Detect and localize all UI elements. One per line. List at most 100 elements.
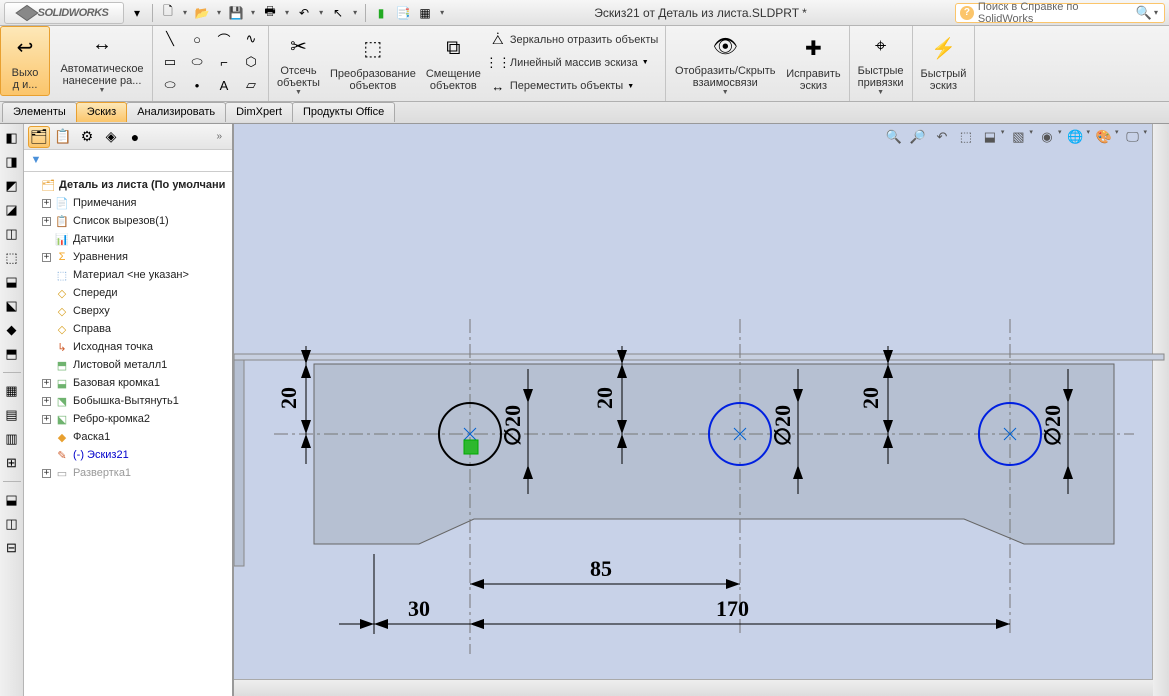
tree-item-14[interactable]: ✎(-) Эскиз21 — [28, 446, 228, 464]
tab-анализировать[interactable]: Анализировать — [126, 102, 226, 122]
undo-icon[interactable]: ↶ — [295, 4, 313, 22]
line-icon[interactable]: ╲ — [157, 28, 183, 50]
search-icon: 🔍 — [1136, 5, 1152, 21]
tab-элементы[interactable]: Элементы — [2, 102, 77, 122]
trim-button[interactable]: ✂ Отсечьобъекты ▼ — [273, 28, 324, 98]
trim-label: Отсечьобъекты — [277, 65, 320, 89]
smartdim-button[interactable]: ↔ Автоматическоенанесение ра... ▼ — [52, 26, 152, 96]
lb-5[interactable]: ◫ — [2, 224, 22, 244]
save-icon[interactable]: 💾 — [227, 4, 245, 22]
command-tabs: ЭлементыЭскизАнализироватьDimXpertПродук… — [0, 102, 1169, 124]
relations-button[interactable]: 👁 Отобразить/Скрытьвзаимосвязи ▼ — [670, 28, 780, 98]
text-icon[interactable]: A — [211, 74, 237, 96]
convert-button[interactable]: ⬚ Преобразованиеобъектов — [326, 28, 420, 98]
tree-item-12[interactable]: +⬕Ребро-кромка2 — [28, 410, 228, 428]
tree-item-10[interactable]: +⬓Базовая кромка1 — [28, 374, 228, 392]
select-icon[interactable]: ↖ — [329, 4, 347, 22]
snaps-icon: ⌖ — [865, 32, 897, 61]
point-icon[interactable]: • — [184, 74, 210, 96]
smartdim-icon: ↔ — [86, 30, 118, 59]
lb-16[interactable]: ◫ — [2, 514, 22, 534]
lb-7[interactable]: ⬓ — [2, 272, 22, 292]
plane-icon[interactable]: ▱ — [238, 74, 264, 96]
pattern-icon: ⋮⋮ — [490, 55, 506, 71]
trim-icon: ✂ — [282, 32, 314, 61]
lb-8[interactable]: ⬕ — [2, 296, 22, 316]
snaps-button[interactable]: ⌖ Быстрыепривязки ▼ — [854, 28, 908, 98]
rect-icon[interactable]: ▭ — [157, 51, 183, 73]
mirror-icon: ⧊ — [490, 32, 506, 48]
help-search[interactable]: ? Поиск в Справке по SolidWorks 🔍▾ — [955, 3, 1165, 23]
move-button[interactable]: ↔Переместить объекты▼ — [487, 75, 661, 97]
svg-text:∅20: ∅20 — [770, 405, 795, 446]
relations-icon: 👁 — [709, 32, 741, 61]
settings-icon[interactable]: ▦ — [416, 4, 434, 22]
tree-item-11[interactable]: +⬔Бобышка-Вытянуть1 — [28, 392, 228, 410]
lb-10[interactable]: ⬒ — [2, 344, 22, 364]
menu-dropdown-icon[interactable]: ▾ — [128, 4, 146, 22]
lb-9[interactable]: ◆ — [2, 320, 22, 340]
options-icon[interactable]: 📑 — [394, 4, 412, 22]
exit-sketch-button[interactable]: ↩ Выход и... — [0, 26, 50, 96]
offset-button[interactable]: ⧉ Смещениеобъектов — [422, 28, 485, 98]
lb-12[interactable]: ▤ — [2, 405, 22, 425]
display-tab[interactable]: ● — [124, 126, 146, 148]
fillet-icon[interactable]: ⌐ — [211, 51, 237, 73]
lb-14[interactable]: ⊞ — [2, 453, 22, 473]
lb-1[interactable]: ◧ — [2, 128, 22, 148]
tree-item-6[interactable]: ◇Сверху — [28, 302, 228, 320]
dim-tab[interactable]: ◈ — [100, 126, 122, 148]
lb-2[interactable]: ◨ — [2, 152, 22, 172]
arc-icon[interactable]: ⌒ — [211, 28, 237, 50]
tree-item-0[interactable]: +📄Примечания — [28, 194, 228, 212]
sketch-tools-grid: ╲ ○ ⌒ ∿ ▭ ⬭ ⌐ ⬡ ⬭ • A ▱ — [157, 28, 264, 99]
tab-dimxpert[interactable]: DimXpert — [225, 102, 293, 122]
filter-icon: ▼ — [28, 152, 44, 168]
convert-icon: ⬚ — [357, 32, 389, 64]
tab-продукты office[interactable]: Продукты Office — [292, 102, 395, 122]
rebuild-icon[interactable]: ▮ — [372, 4, 390, 22]
lb-3[interactable]: ◩ — [2, 176, 22, 196]
snaps-label: Быстрыепривязки — [858, 65, 904, 89]
tree-item-9[interactable]: ⬒Листовой металл1 — [28, 356, 228, 374]
spline-icon[interactable]: ∿ — [238, 28, 264, 50]
lb-15[interactable]: ⬓ — [2, 490, 22, 510]
tree-item-7[interactable]: ◇Справа — [28, 320, 228, 338]
tree-filter[interactable]: ▼ — [24, 150, 232, 172]
svg-text:∅20: ∅20 — [500, 405, 525, 446]
ellipse-icon[interactable]: ⬭ — [184, 51, 210, 73]
viewport[interactable]: 🔍 🔎 ↶ ⬚ ⬓▾ ▧▾ ◉▾ 🌐▾ 🎨▾ 🖵▾ — [234, 124, 1169, 696]
lb-11[interactable]: ▦ — [2, 381, 22, 401]
tree-item-3[interactable]: +ΣУравнения — [28, 248, 228, 266]
tree-item-1[interactable]: +📋Список вырезов(1) — [28, 212, 228, 230]
lb-13[interactable]: ▥ — [2, 429, 22, 449]
tree-item-8[interactable]: ↳Исходная точка — [28, 338, 228, 356]
tree-item-13[interactable]: ◆Фаска1 — [28, 428, 228, 446]
tree-item-5[interactable]: ◇Спереди — [28, 284, 228, 302]
tab-эскиз[interactable]: Эскиз — [76, 102, 127, 122]
lb-17[interactable]: ⊟ — [2, 538, 22, 558]
tree-root[interactable]: 🗂Деталь из листа (По умолчани — [28, 176, 228, 194]
quicksketch-button[interactable]: ⚡ Быстрыйэскиз — [917, 28, 971, 98]
svg-text:20: 20 — [592, 387, 617, 409]
open-icon[interactable]: 📂 — [193, 4, 211, 22]
svg-text:∅20: ∅20 — [1040, 405, 1065, 446]
feature-tree-tab[interactable]: 🗂 — [28, 126, 50, 148]
pattern-button[interactable]: ⋮⋮Линейный массив эскиза▼ — [487, 52, 661, 74]
polygon-icon[interactable]: ⬡ — [238, 51, 264, 73]
config-tab[interactable]: ⚙ — [76, 126, 98, 148]
lb-6[interactable]: ⬚ — [2, 248, 22, 268]
panel-expand[interactable]: » — [210, 131, 228, 142]
print-icon[interactable]: 🖶 — [261, 4, 279, 22]
lb-4[interactable]: ◪ — [2, 200, 22, 220]
dim-h30: 30 — [339, 554, 484, 634]
slot-icon[interactable]: ⬭ — [157, 74, 183, 96]
property-tab[interactable]: 📋 — [52, 126, 74, 148]
tree-item-2[interactable]: 📊Датчики — [28, 230, 228, 248]
mirror-button[interactable]: ⧊Зеркально отразить объекты — [487, 29, 661, 51]
new-icon[interactable]: 🗋 — [159, 4, 177, 22]
circle-icon[interactable]: ○ — [184, 28, 210, 50]
repair-button[interactable]: ✚ Исправитьэскиз — [782, 28, 844, 98]
tree-item-15[interactable]: +▭Развертка1 — [28, 464, 228, 482]
tree-item-4[interactable]: ⬚Материал <не указан> — [28, 266, 228, 284]
